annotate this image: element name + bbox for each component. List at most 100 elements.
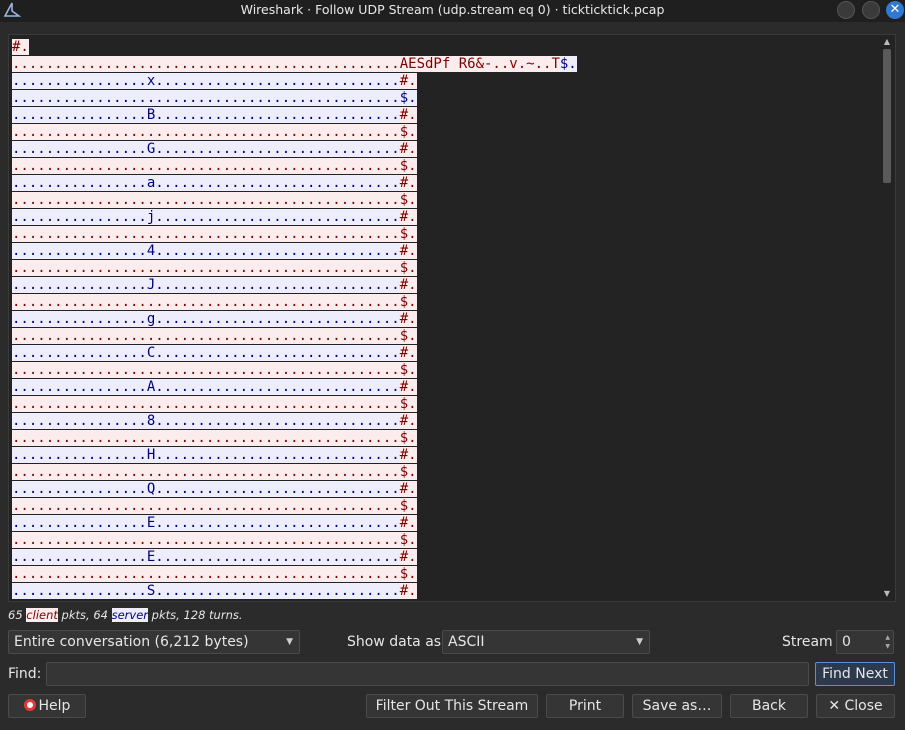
client-segment: #. [399, 107, 417, 123]
server-segment: ................E.......................… [12, 515, 400, 531]
server-segment: ................a.......................… [12, 175, 400, 191]
server-segment: ................8.......................… [12, 413, 400, 429]
conversation-select-value: Entire conversation (6,212 bytes) [14, 634, 249, 650]
client-segment: #. [399, 175, 417, 191]
chevron-down-icon: ▼ [286, 637, 293, 647]
stats-tail: pkts, 128 turns. [151, 608, 243, 622]
client-segment: ........................................… [12, 226, 417, 242]
server-segment: ................Q.......................… [12, 481, 400, 497]
minimize-button[interactable] [837, 1, 855, 19]
stream-line: ................S.......................… [12, 583, 577, 600]
print-button[interactable]: Print [546, 694, 624, 718]
client-segment: ........................................… [12, 158, 417, 174]
client-segment: ........................................… [12, 328, 417, 344]
stream-line: ........................................… [12, 532, 577, 549]
client-segment: #. [399, 515, 417, 531]
client-segment: ........................................… [12, 396, 417, 412]
stream-line: ........................................… [12, 226, 577, 243]
client-segment: ........................................… [12, 56, 560, 72]
stream-line: ................B.......................… [12, 107, 577, 124]
show-data-label: Show data as [347, 634, 442, 650]
stream-line: ........................................… [12, 328, 577, 345]
client-segment: #. [399, 379, 417, 395]
stream-line: ................8.......................… [12, 413, 577, 430]
stream-stats: 65 client pkts, 64 server pkts, 128 turn… [8, 608, 243, 622]
stream-line: ........................................… [12, 464, 577, 481]
client-segment: ........................................… [12, 464, 417, 480]
close-button[interactable]: ✕ Close [816, 694, 895, 718]
filter-out-stream-button[interactable]: Filter Out This Stream [366, 694, 538, 718]
window-close-button[interactable]: ✕ [886, 1, 904, 19]
stream-line: ................x.......................… [12, 73, 577, 90]
stream-number-spinbox[interactable]: 0 ▲ ▼ [836, 630, 894, 654]
client-segment: #. [399, 413, 417, 429]
stream-line: ........................................… [12, 294, 577, 311]
stream-text: #.......................................… [12, 39, 577, 600]
scroll-thumb[interactable] [883, 49, 891, 183]
help-button-label: Help [38, 698, 71, 714]
server-segment: ................H.......................… [12, 447, 400, 463]
scroll-up-arrow-icon[interactable]: ▲ [881, 37, 893, 47]
save-as-button[interactable]: Save as… [632, 694, 722, 718]
client-segment: ........................................… [12, 566, 417, 582]
stream-line: ........................................… [12, 396, 577, 413]
stream-line: ................g.......................… [12, 311, 577, 328]
client-segment: ........................................… [12, 124, 417, 140]
maximize-button[interactable] [862, 1, 880, 19]
find-label: Find: [8, 666, 42, 682]
conversation-select[interactable]: Entire conversation (6,212 bytes) ▼ [8, 630, 300, 654]
client-segment: #. [399, 345, 417, 361]
client-segment: #. [399, 549, 417, 565]
client-segment: #. [399, 73, 417, 89]
server-segment: ................g.......................… [12, 311, 400, 327]
server-segment: ........................................… [12, 90, 417, 106]
client-segment: ........................................… [12, 430, 417, 446]
close-x-icon: ✕ [828, 698, 841, 714]
stream-line: ................E.......................… [12, 549, 577, 566]
client-segment: #. [12, 39, 29, 55]
server-segment: ................C.......................… [12, 345, 400, 361]
spin-up-icon[interactable]: ▲ [885, 634, 890, 642]
stream-line: ................Q.......................… [12, 481, 577, 498]
stream-line: #. [12, 39, 577, 56]
server-segment: $. [559, 56, 577, 72]
stream-line: ........................................… [12, 498, 577, 515]
client-segment: ........................................… [12, 532, 417, 548]
find-next-button[interactable]: Find Next [815, 662, 895, 686]
help-button[interactable]: Help [8, 694, 86, 718]
client-tag: client [26, 608, 58, 622]
close-button-label: Close [844, 698, 883, 714]
stream-line: ........................................… [12, 362, 577, 379]
stream-line: ........................................… [12, 260, 577, 277]
server-segment: ................G.......................… [12, 141, 400, 157]
vertical-scrollbar[interactable]: ▲ ▼ [881, 37, 893, 599]
stream-line: ........................................… [12, 158, 577, 175]
client-segment: #. [399, 311, 417, 327]
client-segment: ........................................… [12, 498, 417, 514]
close-icon: ✕ [889, 2, 901, 17]
find-input[interactable] [46, 662, 809, 686]
stream-line: ................C.......................… [12, 345, 577, 362]
server-segment: ................S.......................… [12, 583, 400, 599]
client-segment: ........................................… [12, 294, 417, 310]
stream-line: ........................................… [12, 56, 577, 73]
stream-line: ................G.......................… [12, 141, 577, 158]
client-packet-count: 65 [8, 608, 23, 622]
client-segment: #. [399, 583, 417, 599]
server-segment: ................A.......................… [12, 379, 400, 395]
scroll-down-arrow-icon[interactable]: ▼ [881, 589, 893, 599]
client-segment: #. [399, 209, 417, 225]
client-segment: ........................................… [12, 260, 417, 276]
server-segment: ................4.......................… [12, 243, 400, 259]
client-segment: ........................................… [12, 362, 417, 378]
spin-down-icon[interactable]: ▼ [885, 643, 890, 651]
server-segment: ................x.......................… [12, 73, 400, 89]
client-segment: #. [399, 447, 417, 463]
back-button[interactable]: Back [730, 694, 808, 718]
stream-content-area[interactable]: #.......................................… [8, 34, 896, 602]
client-segment: #. [399, 141, 417, 157]
stream-line: ................E.......................… [12, 515, 577, 532]
show-data-select[interactable]: ASCII ▼ [442, 630, 650, 654]
wireshark-fin-icon [3, 2, 21, 17]
show-data-select-value: ASCII [448, 634, 485, 650]
